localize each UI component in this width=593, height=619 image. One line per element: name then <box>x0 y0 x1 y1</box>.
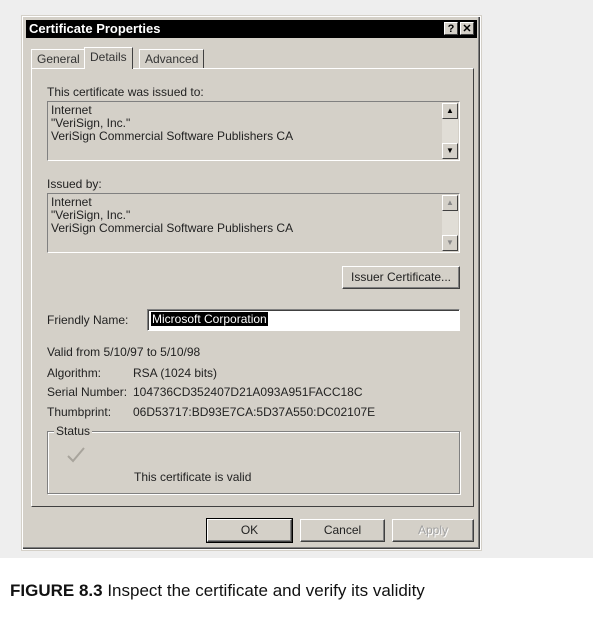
ok-button[interactable]: OK <box>206 518 293 543</box>
thumbprint-label: Thumbprint: <box>47 405 112 419</box>
algorithm-label: Algorithm: <box>47 366 102 380</box>
issued-by-line: VeriSign Commercial Software Publishers … <box>51 221 294 235</box>
figure-caption: FIGURE 8.3 Inspect the certificate and v… <box>10 581 425 601</box>
issued-to-scrollbar[interactable]: ▲ ▼ <box>442 103 458 159</box>
cancel-button[interactable]: Cancel <box>300 519 385 542</box>
scroll-down-arrow-icon[interactable]: ▼ <box>442 143 458 159</box>
help-button[interactable]: ? <box>444 22 458 35</box>
status-groupbox: Status This certificate is valid <box>47 424 460 494</box>
issued-to-line: VeriSign Commercial Software Publishers … <box>51 129 294 143</box>
details-panel: This certificate was issued to: Internet… <box>31 68 474 507</box>
friendly-name-input[interactable]: Microsoft Corporation <box>147 309 460 331</box>
validity-text: Valid from 5/10/97 to 5/10/98 <box>47 345 201 359</box>
issued-by-label: Issued by: <box>47 177 102 191</box>
tab-general[interactable]: General <box>31 49 86 68</box>
title-bar: Certificate Properties ? ✕ <box>26 20 477 38</box>
apply-button[interactable]: Apply <box>392 519 474 542</box>
scroll-down-arrow-icon: ▼ <box>442 235 458 251</box>
scroll-up-arrow-icon: ▲ <box>442 195 458 211</box>
close-button[interactable]: ✕ <box>460 22 474 35</box>
window-title: Certificate Properties <box>29 21 161 36</box>
issued-by-scrollbar[interactable]: ▲ ▼ <box>442 195 458 251</box>
issued-by-listbox[interactable]: Internet "VeriSign, Inc." VeriSign Comme… <box>47 193 460 253</box>
thumbprint-value: 06D53717:BD93E7CA:5D37A550:DC02107E <box>133 405 376 419</box>
serial-number-label: Serial Number: <box>47 385 128 399</box>
serial-number-value: 104736CD352407D21A093A951FACC18C <box>133 385 363 399</box>
figure-label: FIGURE 8.3 <box>10 581 103 600</box>
certificate-properties-dialog: Certificate Properties ? ✕ General Detai… <box>22 16 481 550</box>
friendly-name-value: Microsoft Corporation <box>151 312 268 326</box>
issuer-certificate-button[interactable]: Issuer Certificate... <box>342 266 460 289</box>
friendly-name-label: Friendly Name: <box>47 313 129 327</box>
tab-advanced[interactable]: Advanced <box>139 49 205 68</box>
issued-by-line: Internet <box>51 195 92 209</box>
figure-caption-text: Inspect the certificate and verify its v… <box>107 581 425 600</box>
checkmark-icon <box>66 446 86 464</box>
status-title: Status <box>54 424 93 438</box>
status-message: This certificate is valid <box>134 470 252 484</box>
issued-to-label: This certificate was issued to: <box>47 85 204 99</box>
issued-to-listbox[interactable]: Internet "VeriSign, Inc." VeriSign Comme… <box>47 101 460 161</box>
tab-details[interactable]: Details <box>84 47 133 69</box>
algorithm-value: RSA (1024 bits) <box>133 366 218 380</box>
scroll-up-arrow-icon[interactable]: ▲ <box>442 103 458 119</box>
issued-to-line: Internet <box>51 103 92 117</box>
